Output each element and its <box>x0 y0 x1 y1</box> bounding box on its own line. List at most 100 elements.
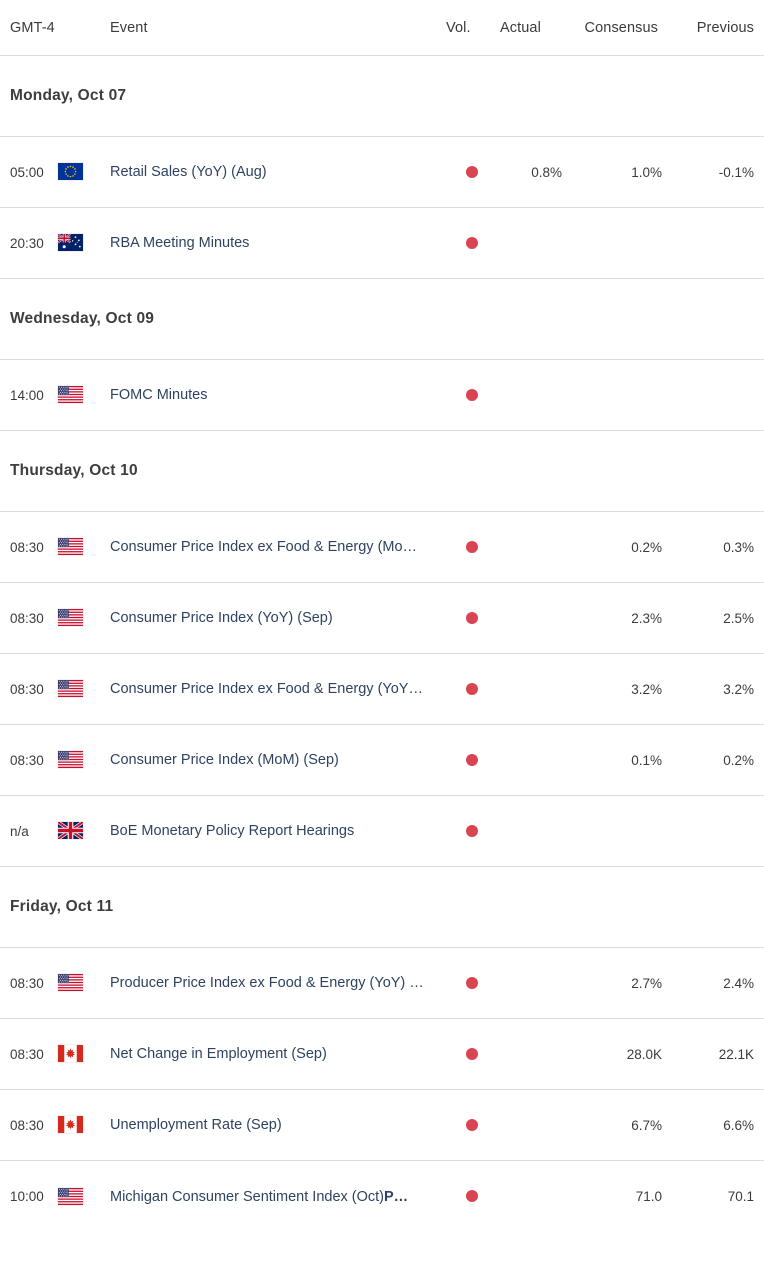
event-name-cell: Consumer Price Index ex Food & Energy (Y… <box>110 681 444 697</box>
table-row[interactable]: 08:30 Consumer Price Index ex Food & Ener… <box>0 512 764 583</box>
event-link[interactable]: RBA Meeting Minutes <box>110 235 428 251</box>
calendar-body: Monday, Oct 07 05:00 Retail Sales (YoY) (A… <box>0 56 764 1232</box>
volatility-high-icon <box>466 976 478 989</box>
event-link[interactable]: Consumer Price Index ex Food & Energy (M… <box>110 539 428 555</box>
event-name-cell: FOMC Minutes <box>110 387 444 403</box>
event-time: 08:30 <box>10 610 44 626</box>
table-row[interactable]: 08:30 Consumer Price Index ex Food & Ener… <box>0 654 764 725</box>
event-name-cell: Producer Price Index ex Food & Energy (Y… <box>110 975 444 991</box>
volatility-cell <box>444 538 500 556</box>
volatility-high-icon <box>466 388 478 401</box>
volatility-high-icon <box>466 824 478 837</box>
volatility-high-icon <box>466 1190 478 1203</box>
event-name-cell: Consumer Price Index (MoM) (Sep) <box>110 752 444 768</box>
previous-value: -0.1% <box>718 164 754 180</box>
country-flag-cell <box>58 680 110 698</box>
country-flag-cell <box>58 1045 110 1063</box>
event-name-cell: Michigan Consumer Sentiment Index (Oct)P… <box>110 1189 444 1205</box>
country-flag-cell <box>58 538 110 556</box>
event-label: Consumer Price Index ex Food & Energy (Y… <box>110 681 423 697</box>
us-flag <box>58 680 83 698</box>
event-time: 10:00 <box>10 1189 44 1204</box>
table-row[interactable]: n/a BoE Monetary Policy Report Hearings <box>0 796 764 867</box>
us-flag <box>58 609 83 627</box>
table-row[interactable]: 08:30 Producer Price Index ex Food & Ener… <box>0 948 764 1019</box>
volatility-cell <box>444 386 500 404</box>
day-group-header: Thursday, Oct 10 <box>0 431 764 512</box>
us-flag <box>58 386 83 404</box>
volatility-high-icon <box>466 611 478 624</box>
header-consensus: Consensus <box>584 19 658 36</box>
event-label: Consumer Price Index (MoM) (Sep) <box>110 752 339 768</box>
country-flag-cell <box>58 1187 110 1206</box>
header-volatility: Vol. <box>446 19 471 36</box>
consensus-value: 3.2% <box>631 681 662 697</box>
event-time: 05:00 <box>10 164 44 180</box>
volatility-high-icon <box>466 165 478 178</box>
table-row[interactable]: 14:00 FOMC Minutes <box>0 360 764 431</box>
event-name-cell: Unemployment Rate (Sep) <box>110 1117 444 1133</box>
ca-flag <box>58 1045 83 1063</box>
event-time: 08:30 <box>10 752 44 768</box>
table-row[interactable]: 08:30 Consumer Price Index (MoM) (Sep) 0.1… <box>0 725 764 796</box>
volatility-cell <box>444 609 500 627</box>
event-time: 08:30 <box>10 975 44 991</box>
volatility-high-icon <box>466 540 478 553</box>
event-link[interactable]: Consumer Price Index (MoM) (Sep) <box>110 752 428 768</box>
us-flag <box>58 974 83 992</box>
event-label: RBA Meeting Minutes <box>110 235 250 251</box>
event-link[interactable]: Consumer Price Index (YoY) (Sep) <box>110 610 428 626</box>
previous-value: 2.4% <box>723 975 754 991</box>
country-flag-cell <box>58 822 110 840</box>
actual-value: 0.8% <box>531 164 562 180</box>
consensus-value: 2.3% <box>631 610 662 626</box>
event-link[interactable]: FOMC Minutes <box>110 387 428 403</box>
event-label: Unemployment Rate (Sep) <box>110 1117 282 1133</box>
volatility-cell <box>444 1116 500 1134</box>
country-flag-cell <box>58 386 110 404</box>
consensus-value: 71.0 <box>635 1189 662 1204</box>
event-label: BoE Monetary Policy Report Hearings <box>110 823 355 839</box>
volatility-high-icon <box>466 682 478 695</box>
table-row[interactable]: 05:00 Retail Sales (YoY) (Aug) 0.8% 1.0% -0.… <box>0 137 764 208</box>
table-row[interactable]: 08:30 Net Change in Employment (Sep) 28.0K… <box>0 1019 764 1090</box>
economic-calendar: GMT-4 Event Vol. Actual Consensus Previo… <box>0 0 764 1232</box>
event-link[interactable]: Unemployment Rate (Sep) <box>110 1117 428 1133</box>
eu-flag <box>58 163 83 181</box>
table-row[interactable]: 20:30 RBA Meeting Minutes <box>0 208 764 279</box>
event-link[interactable]: BoE Monetary Policy Report Hearings <box>110 823 428 839</box>
event-link[interactable]: Retail Sales (YoY) (Aug) <box>110 164 428 180</box>
table-row[interactable]: 10:00 Michigan Consumer Sentiment Index (… <box>0 1161 764 1232</box>
previous-value: 0.3% <box>723 539 754 555</box>
au-flag <box>58 234 83 252</box>
event-link[interactable]: Net Change in Employment (Sep) <box>110 1046 428 1062</box>
event-time: 20:30 <box>10 235 44 251</box>
event-name-cell: RBA Meeting Minutes <box>110 235 444 251</box>
table-row[interactable]: 08:30 Consumer Price Index (YoY) (Sep) 2.3… <box>0 583 764 654</box>
event-revision-tag: P… <box>384 1188 409 1205</box>
event-link[interactable]: Michigan Consumer Sentiment Index (Oct)P… <box>110 1189 428 1205</box>
ca-flag <box>58 1116 83 1134</box>
volatility-high-icon <box>466 753 478 766</box>
event-time: 08:30 <box>10 1046 44 1062</box>
previous-value: 0.2% <box>723 752 754 768</box>
table-row[interactable]: 08:30 Unemployment Rate (Sep) 6.7% 6.6% <box>0 1090 764 1161</box>
day-date-label: Thursday, Oct 10 <box>10 462 138 479</box>
event-label: Consumer Price Index (YoY) (Sep) <box>110 610 333 626</box>
consensus-value: 0.2% <box>631 539 662 555</box>
consensus-value: 6.7% <box>631 1117 662 1133</box>
day-date-label: Wednesday, Oct 09 <box>10 310 155 327</box>
day-group-header: Monday, Oct 07 <box>0 56 764 137</box>
country-flag-cell <box>58 234 110 252</box>
country-flag-cell <box>58 974 110 992</box>
event-label: Retail Sales (YoY) (Aug) <box>110 164 267 180</box>
volatility-cell <box>444 1188 500 1206</box>
event-time: 08:30 <box>10 539 44 555</box>
header-actual: Actual <box>500 19 541 36</box>
event-link[interactable]: Consumer Price Index ex Food & Energy (Y… <box>110 681 428 697</box>
event-time: n/a <box>10 823 29 839</box>
volatility-high-icon <box>466 236 478 249</box>
event-link[interactable]: Producer Price Index ex Food & Energy (Y… <box>110 975 428 991</box>
event-name-cell: Retail Sales (YoY) (Aug) <box>110 164 444 180</box>
day-date-label: Monday, Oct 07 <box>10 87 127 104</box>
